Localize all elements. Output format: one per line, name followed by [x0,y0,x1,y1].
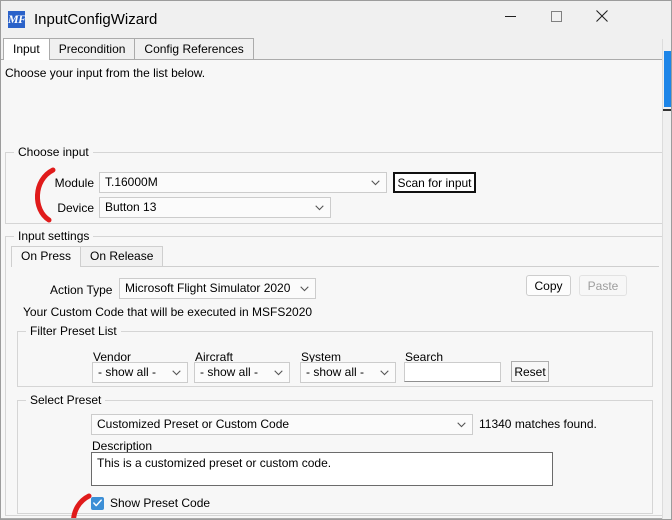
scrollbar-position-marker [663,109,672,111]
chevron-down-icon [274,363,283,382]
vertical-scrollbar[interactable] [662,39,671,520]
tab-input[interactable]: Input [3,38,50,60]
input-settings-tab-strip: On Press On Release [11,246,659,267]
tab-on-release[interactable]: On Release [80,246,163,266]
action-type-combobox[interactable]: Microsoft Flight Simulator 2020 [119,278,316,299]
scan-for-input-button[interactable]: Scan for input [393,172,476,193]
device-label: Device [54,201,94,215]
vendor-combobox-value: - show all - [98,365,156,379]
chevron-down-icon [380,363,389,382]
chevron-down-icon [371,173,380,192]
main-tab-strip: Input Precondition Config References [1,38,671,60]
system-combobox-value: - show all - [306,365,364,379]
device-combobox-value: Button 13 [105,200,156,214]
description-textarea[interactable]: This is a customized preset or custom co… [91,452,553,486]
input-config-wizard-window: MF InputConfigWizard Input Precondition … [0,0,672,520]
description-label: Description [92,439,152,453]
tab-config-references[interactable]: Config References [134,38,253,59]
scrollbar-thumb[interactable] [664,51,671,107]
reset-button[interactable]: Reset [511,361,549,382]
show-preset-code-label: Show Preset Code [110,496,210,510]
module-combobox-value: T.16000M [105,175,158,189]
input-tab-page: Choose your input from the list below. C… [1,60,671,519]
maximize-button[interactable] [533,1,579,31]
filter-preset-list-group-title: Filter Preset List [26,324,121,338]
check-icon [93,499,102,507]
chevron-down-icon [300,279,309,298]
close-button[interactable] [579,1,625,31]
aircraft-combobox[interactable]: - show all - [194,362,290,383]
select-preset-group-title: Select Preset [26,393,105,407]
system-combobox[interactable]: - show all - [300,362,396,383]
search-input[interactable] [404,362,501,382]
chevron-down-icon [457,415,466,434]
paste-button[interactable]: Paste [579,275,627,296]
minimize-button[interactable] [487,1,533,31]
action-type-combobox-value: Microsoft Flight Simulator 2020 [125,281,290,295]
chevron-down-icon [172,363,181,382]
chevron-down-icon [315,198,324,217]
preset-combobox-value: Customized Preset or Custom Code [97,417,289,431]
close-icon [596,10,608,22]
title-bar: MF InputConfigWizard [1,1,671,38]
action-type-label: Action Type [50,283,112,297]
tab-on-press[interactable]: On Press [11,246,81,267]
show-preset-code-checkbox[interactable] [91,497,104,510]
window-title: InputConfigWizard [34,11,157,28]
preset-combobox[interactable]: Customized Preset or Custom Code [91,414,473,435]
copy-button[interactable]: Copy [526,275,571,296]
app-icon: MF [8,11,25,28]
maximize-icon [551,11,562,22]
module-combobox[interactable]: T.16000M [99,172,387,193]
minimize-icon [505,11,516,22]
show-preset-code-row[interactable]: Show Preset Code [91,496,210,510]
input-settings-group-title: Input settings [14,229,93,243]
intro-text: Choose your input from the list below. [5,66,205,80]
aircraft-combobox-value: - show all - [200,365,258,379]
vendor-combobox[interactable]: - show all - [92,362,188,383]
module-label: Module [54,176,94,190]
choose-input-group-title: Choose input [14,145,93,159]
tab-precondition[interactable]: Precondition [49,38,136,59]
custom-code-note: Your Custom Code that will be executed i… [23,305,312,319]
matches-found-text: 11340 matches found. [479,417,597,431]
device-combobox[interactable]: Button 13 [99,197,331,218]
